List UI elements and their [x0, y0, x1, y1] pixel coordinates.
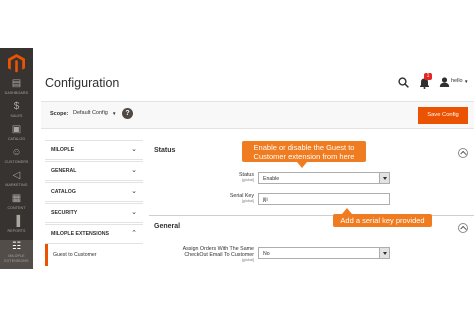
megaphone-icon: ◁: [12, 170, 21, 181]
tab-general[interactable]: GENERAL ⌄: [45, 161, 143, 181]
serial-key-field-label: Serial Key [global]: [190, 193, 254, 204]
tab-item-guest-to-customer[interactable]: Guest to Customer: [45, 244, 143, 266]
help-icon[interactable]: ?: [122, 108, 133, 119]
chevron-up-icon: ⌃: [131, 230, 137, 237]
chevron-down-icon: ⌄: [131, 188, 137, 195]
scope-label: Scope:: [50, 111, 69, 117]
chevron-down-icon: ⌄: [131, 209, 137, 216]
sidebar-item-label: Reports: [7, 229, 26, 233]
collapse-icon[interactable]: [458, 148, 468, 158]
save-config-button[interactable]: Save Config: [418, 107, 468, 124]
cube-icon: ▣: [11, 124, 22, 135]
tab-milople-extensions[interactable]: MILOPLE EXTENSIONS ⌃: [45, 224, 143, 244]
sidebar-item-milople-extensions[interactable]: ☷ Milople Extensions: [0, 240, 33, 269]
section-title-status[interactable]: Status: [154, 147, 175, 154]
sidebar-item-label: Customers: [4, 160, 29, 164]
status-select[interactable]: Enable: [258, 172, 390, 184]
dollar-icon: $: [13, 101, 20, 112]
user-icon[interactable]: [439, 77, 450, 87]
assign-orders-select[interactable]: No: [258, 247, 390, 259]
content-icon: ▦: [11, 193, 22, 204]
chevron-down-icon[interactable]: ▼: [464, 79, 468, 84]
sidebar-item-label: Marketing: [5, 183, 28, 187]
status-field-label: Status [global]: [190, 172, 254, 183]
callout-arrow: [297, 162, 307, 168]
config-tabs: MILOPLE ⌄ GENERAL ⌄ CATALOG ⌄ SECURITY ⌄…: [45, 140, 143, 266]
callout-enable-tooltip: Enable or disable the Guest to Customer …: [242, 141, 366, 162]
chevron-down-icon: [379, 248, 389, 258]
sidebar-item-label: Catalog: [7, 137, 26, 141]
callout-serial-tooltip: Add a serial key provided: [333, 214, 432, 227]
page-title: Configuration: [45, 76, 120, 90]
scope-note: [global]: [241, 178, 254, 182]
scope-switcher[interactable]: Default Config: [73, 110, 108, 116]
sidebar-item-label: Dashboard: [4, 91, 29, 95]
assign-orders-select-value: No: [263, 251, 270, 257]
tab-item-label: Guest to Customer: [53, 252, 97, 258]
tab-security[interactable]: SECURITY ⌄: [45, 203, 143, 223]
search-icon[interactable]: [398, 77, 409, 88]
chevron-down-icon: [379, 173, 389, 183]
sidebar-item-reports[interactable]: ▐ Reports: [0, 215, 33, 242]
callout-line: Enable or disable the Guest to: [253, 143, 355, 152]
scope-note: [global]: [241, 199, 254, 203]
admin-sidebar: ▤ Dashboard $ Sales ▣ Catalog ☺ Customer…: [0, 48, 33, 269]
tab-label: SECURITY: [51, 210, 78, 216]
chevron-down-icon: ⌄: [131, 167, 137, 174]
collapse-icon[interactable]: [458, 223, 468, 233]
assign-orders-field-label: Assign Orders With The Same CheckOut Ema…: [160, 246, 254, 263]
chevron-down-icon[interactable]: ▼: [112, 111, 116, 116]
callout-arrow: [342, 208, 352, 214]
tab-milople[interactable]: MILOPLE ⌄: [45, 140, 143, 160]
tab-label: MILOPLE: [51, 147, 75, 153]
sidebar-item-label: Sales: [10, 114, 23, 118]
tab-label: GENERAL: [51, 168, 77, 174]
person-icon: ☺: [11, 147, 22, 158]
user-name[interactable]: hello: [451, 78, 463, 84]
magento-logo-icon[interactable]: [8, 54, 25, 73]
dashboard-icon: ▤: [11, 78, 22, 89]
sidebar-item-label: Milople Extensions: [4, 254, 29, 263]
notification-badge: 1: [424, 73, 432, 80]
status-select-value: Enable: [263, 176, 280, 182]
scope-bar: Scope: Default Config ▼ ? Save Config: [41, 101, 474, 129]
callout-line: Customer extension from here: [253, 152, 355, 161]
section-title-general[interactable]: General: [154, 223, 180, 230]
sidebar-item-label: Content: [7, 206, 26, 210]
bar-chart-icon: ▐: [12, 216, 21, 227]
scope-note: [global]: [241, 258, 254, 262]
admin-frame: ▤ Dashboard $ Sales ▣ Catalog ☺ Customer…: [0, 48, 474, 269]
tab-label: CATALOG: [51, 189, 76, 195]
grid-icon: ☷: [12, 241, 21, 252]
serial-key-value: jiji: [263, 197, 268, 203]
tab-catalog[interactable]: CATALOG ⌄: [45, 182, 143, 202]
serial-key-input[interactable]: jiji: [258, 193, 390, 205]
tab-label: MILOPLE EXTENSIONS: [51, 231, 109, 237]
chevron-down-icon: ⌄: [131, 146, 137, 153]
